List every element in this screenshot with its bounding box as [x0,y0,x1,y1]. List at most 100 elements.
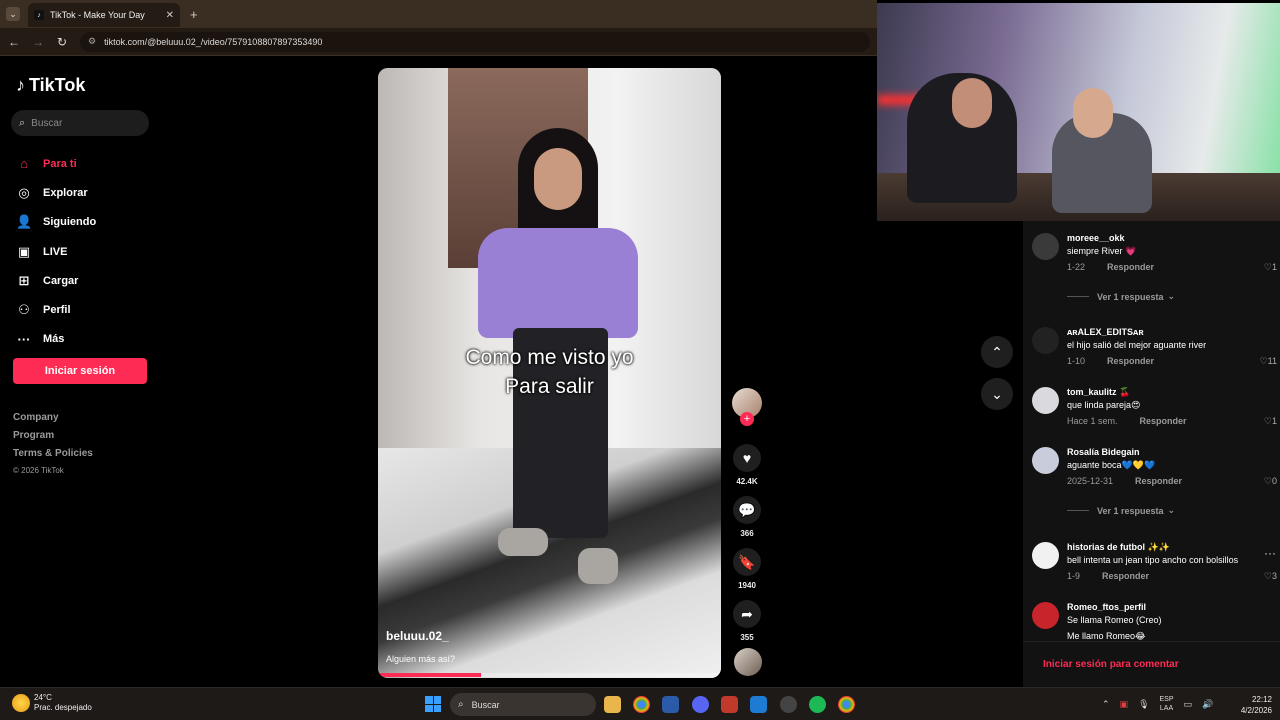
next-video-chevron-down-icon[interactable]: ⌄ [981,378,1013,410]
comment-avatar[interactable] [1032,327,1059,354]
comment-meta: 2025-12-31 Responder [1067,476,1182,486]
close-tab-icon[interactable]: ✕ [166,10,174,21]
tiktok-logo[interactable]: ♪ TikTok [16,75,85,96]
like-action[interactable]: ♥ 42.4K [732,444,762,486]
volume-icon[interactable]: 🔊 [1202,699,1213,710]
video-description: Alguien más así? [386,654,456,664]
comment-username[interactable]: tom_kaulitz 🍒 [1067,387,1130,398]
sidebar-item-perfil[interactable]: ⚇ Perfil [16,295,96,324]
login-to-comment-button[interactable]: Iniciar sesión para comentar [1023,641,1280,687]
obs-icon[interactable] [780,696,797,713]
windows-taskbar: 24°C Prac. despejado ⌕ Buscar ⌃ ▣ 🎙 ESP L… [0,687,1280,720]
login-button[interactable]: Iniciar sesión [13,358,147,384]
overlay-line-2: Para salir [505,375,594,398]
comment-avatar[interactable] [1032,447,1059,474]
sidebar-item-live[interactable]: ▣ LIVE [16,237,96,266]
site-info-icon[interactable]: ⚙ [88,36,96,47]
comment-like[interactable]: ♡0 [1264,476,1277,487]
comment-action[interactable]: 💬 366 [732,496,762,538]
comment-text: siempre River 💗 [1067,246,1137,256]
comment-username[interactable]: Rosalía Bidegain [1067,447,1140,457]
forward-icon[interactable]: → [28,35,48,49]
comment-text: el hijo salió del mejor aguante river [1067,340,1207,350]
comment-text: que linda pareja😍 [1067,400,1141,410]
tiktok-note-icon: ♪ [16,75,25,95]
video-progress-fill [378,673,481,677]
footer-link-company[interactable]: Company [13,412,93,430]
view-replies-button[interactable]: Ver 1 respuesta ⌄ [1067,291,1175,302]
reply-button[interactable]: Responder [1135,476,1182,486]
footer-link-terms[interactable]: Terms & Policies [13,448,93,466]
music-disc-avatar[interactable] [734,648,762,676]
video-progress-bar[interactable] [378,673,721,677]
view-replies-button[interactable]: Ver 1 respuesta ⌄ [1067,505,1175,516]
comment-date: Hace 1 sem. [1067,416,1118,426]
share-action[interactable]: ➦ 355 [732,600,762,642]
media-app-icon[interactable] [721,696,738,713]
view-replies-label: Ver 1 respuesta [1097,291,1164,302]
comment-like[interactable]: ♡11 [1260,356,1277,367]
comment-more-options-icon[interactable]: ··· [1264,546,1276,560]
back-icon[interactable]: ← [4,35,24,49]
bookmark-icon: 🔖 [733,548,761,576]
taskbar-search[interactable]: ⌕ Buscar [450,693,596,716]
sidebar-item-siguiendo[interactable]: 👤 Siguiendo [16,208,96,237]
follow-plus-icon[interactable]: + [740,412,754,426]
reply-button[interactable]: Responder [1140,416,1187,426]
chevron-down-icon: ⌄ [1167,505,1176,515]
search-input[interactable]: ⌕ Buscar [11,110,149,136]
comment-avatar[interactable] [1032,233,1059,260]
windows-start-icon[interactable] [425,696,441,712]
comment-username[interactable]: moreee__okk [1067,233,1125,243]
reply-button[interactable]: Responder [1107,262,1154,272]
reply-button[interactable]: Responder [1107,356,1154,366]
microphone-icon[interactable]: 🎙 [1138,699,1149,710]
previous-video-chevron-up-icon[interactable]: ⌃ [981,336,1013,368]
weather-sun-icon [12,694,30,712]
heart-outline-icon: ♡ [1263,262,1272,272]
tray-chevron-up-icon[interactable]: ⌃ [1102,699,1110,710]
chrome-icon[interactable] [633,696,650,713]
video-player[interactable]: Como me visto yo Para salir beluuu.02_ A… [378,68,721,678]
chrome-active-icon[interactable] [838,696,855,713]
language-indicator[interactable]: ESP LAA [1160,695,1174,713]
network-icon[interactable]: ▭ [1184,699,1193,710]
comment-like[interactable]: ♡1 [1264,262,1277,273]
tiktok-page: ♪ TikTok ⌕ Buscar ⌂ Para ti ◎ Explorar 👤 Si… [0,57,1023,687]
comment-username[interactable]: Romeo_ftos_perfil [1067,602,1146,612]
comment-avatar[interactable] [1032,387,1059,414]
comment-avatar[interactable] [1032,602,1059,629]
tiktok-icon: ♪ [34,10,44,20]
file-explorer-icon[interactable] [604,696,621,713]
save-action[interactable]: 🔖 1940 [732,548,762,590]
store-icon[interactable] [662,696,679,713]
footer-link-program[interactable]: Program [13,430,93,448]
comment-username[interactable]: ᴀʀALEX_EDITSᴀʀ [1067,327,1144,337]
video-username[interactable]: beluuu.02_ [386,629,449,643]
sidebar-item-mas[interactable]: ··· Más [16,325,96,354]
comment-like[interactable]: ♡3 [1264,571,1277,582]
comment-date: 2025-12-31 [1067,476,1114,486]
comment-avatar[interactable] [1032,542,1059,569]
discord-icon[interactable] [692,696,709,713]
comment-username[interactable]: historias de futbol ✨✨ [1067,542,1170,553]
tray-app-icon[interactable]: ▣ [1120,699,1129,710]
spotify-icon[interactable] [809,696,826,713]
address-bar[interactable]: ⚙ tiktok.com/@beluuu.02_/video/757910880… [80,31,870,52]
reload-icon[interactable]: ↻ [52,35,72,49]
sidebar-item-cargar[interactable]: ⊞ Cargar [16,266,96,295]
new-tab-icon[interactable]: + [190,7,198,22]
reply-button[interactable]: Responder [1102,571,1149,581]
sidebar-item-para-ti[interactable]: ⌂ Para ti [16,149,96,178]
browser-tab[interactable]: ♪ TikTok - Make Your Day ✕ [28,3,180,27]
comment-like-count: 1 [1271,262,1277,272]
weather-widget[interactable]: 24°C Prac. despejado [12,693,92,713]
tab-list-chevron-icon[interactable]: ⌄ [6,7,20,21]
nav-label: Perfil [43,304,71,317]
app-icon[interactable] [750,696,767,713]
tab-title: TikTok - Make Your Day [50,10,145,20]
comment-like[interactable]: ♡1 [1264,416,1277,427]
taskbar-clock[interactable]: 22:12 4/2/2026 [1232,694,1272,716]
system-tray: ⌃ ▣ 🎙 ESP LAA ▭ 🔊 [1102,695,1213,713]
sidebar-item-explorar[interactable]: ◎ Explorar [16,178,96,207]
